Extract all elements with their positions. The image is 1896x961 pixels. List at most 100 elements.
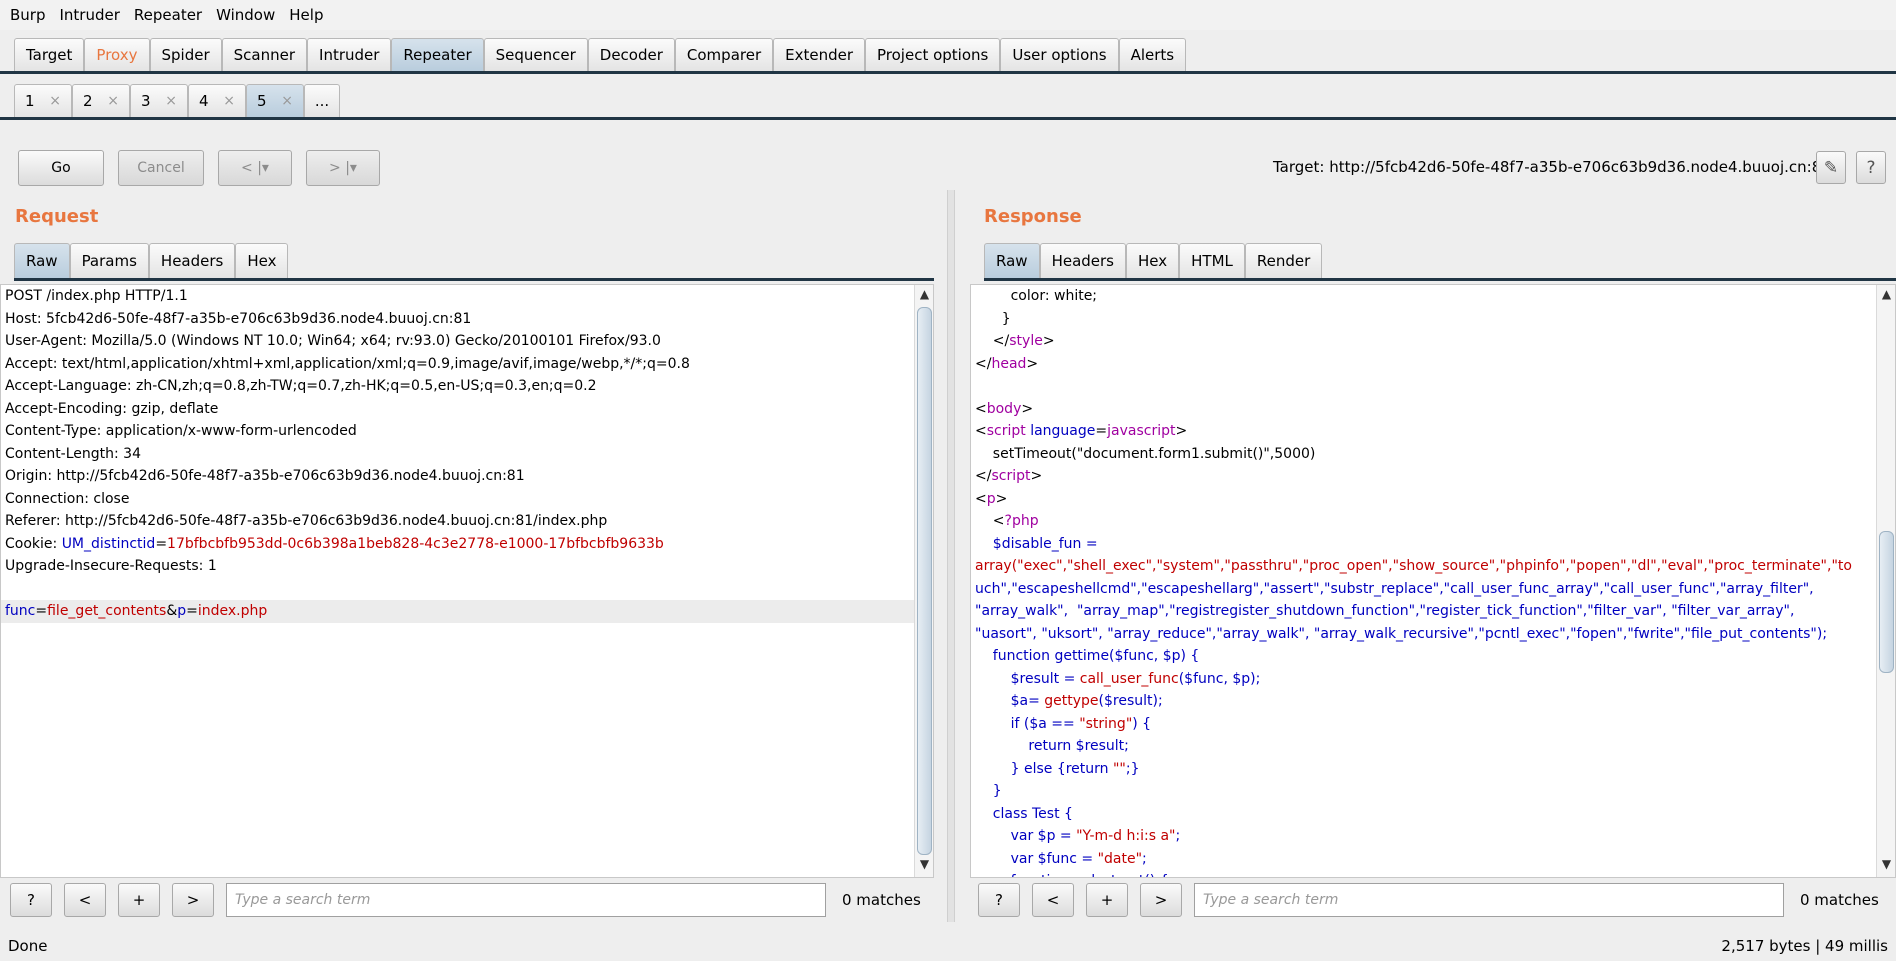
status-text: Done [8,936,48,955]
search-matches: 0 matches [1800,891,1879,909]
repeater-tab-new[interactable]: ... [304,84,340,117]
request-body-line: func=file_get_contents&p=index.php [1,600,933,623]
repeater-tab-5[interactable]: 5 × [246,84,304,117]
target-url: Target: http://5fcb42d6-50fe-48f7-a35b-e… [1273,158,1831,176]
request-view-tabs: Raw Params Headers Hex [14,243,934,281]
response-line: uch","escapeshellcmd","escapeshellarg","… [975,580,1814,597]
close-icon[interactable]: × [223,93,235,109]
request-line: POST /index.php HTTP/1.1 [5,288,188,304]
search-help-button[interactable]: ? [10,883,52,917]
request-editor[interactable]: POST /index.php HTTP/1.1 Host: 5fcb42d6-… [0,284,934,878]
menu-window[interactable]: Window [216,6,275,24]
request-line: Connection: close [5,490,130,507]
response-tab-raw[interactable]: Raw [984,243,1040,278]
request-title: Request [15,206,99,227]
repeater-tab-4[interactable]: 4 × [188,84,246,117]
response-line: } [975,310,1011,327]
scroll-up-icon[interactable]: ▲ [1879,287,1894,305]
response-editor[interactable]: color: white; } </style> </head> <body> … [970,284,1896,878]
help-button[interactable]: ? [1856,151,1886,184]
menu-repeater[interactable]: Repeater [134,6,202,24]
scroll-thumb[interactable] [917,307,932,855]
tab-target[interactable]: Target [14,38,85,71]
search-prev-button[interactable]: < [1032,883,1074,917]
search-next-button[interactable]: > [1140,883,1182,917]
pane-splitter[interactable] [947,190,955,922]
tab-extender[interactable]: Extender [773,38,866,71]
close-icon[interactable]: × [281,93,293,109]
request-scrollbar[interactable]: ▲ ▼ [914,285,933,877]
response-view-tabs: Raw Headers Hex HTML Render [984,243,1896,281]
edit-target-button[interactable]: ✎ [1816,151,1846,184]
tab-comparer[interactable]: Comparer [674,38,774,71]
search-help-button[interactable]: ? [978,883,1020,917]
response-search-bar: ? < + > 0 matches [978,882,1879,918]
menu-intruder[interactable]: Intruder [60,6,120,24]
scroll-down-icon[interactable]: ▼ [917,857,932,875]
response-tab-headers[interactable]: Headers [1039,243,1126,278]
request-tab-hex[interactable]: Hex [235,243,289,278]
close-icon[interactable]: × [49,93,61,109]
request-tab-params[interactable]: Params [69,243,149,278]
repeater-tab-1[interactable]: 1 × [14,84,72,117]
tab-proxy[interactable]: Proxy [84,38,150,71]
scroll-thumb[interactable] [1879,531,1894,673]
repeater-tab-3[interactable]: 3 × [130,84,188,117]
main-tabs: Target Proxy Spider Scanner Intruder Rep… [0,38,1896,74]
response-line: } [975,783,1002,799]
search-input[interactable] [1194,883,1784,917]
request-blank-line [1,578,933,601]
tab-decoder[interactable]: Decoder [587,38,675,71]
tab-user-options[interactable]: User options [1000,38,1119,71]
request-line: Referer: http://5fcb42d6-50fe-48f7-a35b-… [5,513,608,529]
tab-scanner[interactable]: Scanner [221,38,308,71]
repeater-tabs: 1 × 2 × 3 × 4 × 5 × ... [0,84,1896,120]
search-next-button[interactable]: > [172,883,214,917]
request-line: Upgrade-Insecure-Requests: 1 [5,558,217,574]
menu-burp[interactable]: Burp [10,6,46,24]
scroll-down-icon[interactable]: ▼ [1879,857,1894,875]
tab-spider[interactable]: Spider [149,38,222,71]
go-button[interactable]: Go [18,150,104,186]
tab-intruder[interactable]: Intruder [307,38,392,71]
scroll-up-icon[interactable]: ▲ [917,287,932,305]
response-line: class Test { [975,805,1073,822]
search-prev-button[interactable]: < [64,883,106,917]
request-line: Accept: text/html,application/xhtml+xml,… [5,355,690,372]
tab-project-options[interactable]: Project options [865,38,1001,71]
request-line: Host: 5fcb42d6-50fe-48f7-a35b-e706c63b9d… [5,310,472,327]
response-scrollbar[interactable]: ▲ ▼ [1876,285,1895,877]
tab-repeater[interactable]: Repeater [391,38,484,71]
tab-alerts[interactable]: Alerts [1118,38,1187,71]
request-search-bar: ? < + > 0 matches [10,882,921,918]
request-line: Origin: http://5fcb42d6-50fe-48f7-a35b-e… [5,468,525,484]
tab-sequencer[interactable]: Sequencer [483,38,588,71]
search-add-button[interactable]: + [118,883,160,917]
close-icon[interactable]: × [165,93,177,109]
request-tab-raw[interactable]: Raw [14,243,70,278]
response-line: return $result; [975,738,1129,754]
repeater-tab-2[interactable]: 2 × [72,84,130,117]
forward-button[interactable]: > |▾ [306,150,380,186]
menu-bar: Burp Intruder Repeater Window Help [0,0,1896,30]
search-input[interactable] [226,883,826,917]
response-tab-render[interactable]: Render [1244,243,1323,278]
request-line: Content-Type: application/x-www-form-url… [5,423,357,439]
response-line: setTimeout("document.form1.submit()",500… [975,445,1316,462]
response-tab-html[interactable]: HTML [1179,243,1245,278]
menu-help[interactable]: Help [289,6,323,24]
back-button[interactable]: < |▾ [218,150,292,186]
request-tab-headers[interactable]: Headers [148,243,236,278]
response-line: color: white; [975,288,1098,304]
response-line: $disable_fun = [975,535,1098,552]
request-line: User-Agent: Mozilla/5.0 (Windows NT 10.0… [5,333,661,349]
search-add-button[interactable]: + [1086,883,1128,917]
request-line: Accept-Encoding: gzip, deflate [5,400,219,417]
response-line: } else {return "";} [975,760,1140,777]
response-line: </head> [975,355,1039,372]
response-tab-hex[interactable]: Hex [1126,243,1180,278]
response-stats: 2,517 bytes | 49 millis [1721,936,1888,955]
close-icon[interactable]: × [107,93,119,109]
response-title: Response [984,206,1082,227]
cancel-button[interactable]: Cancel [118,150,204,186]
